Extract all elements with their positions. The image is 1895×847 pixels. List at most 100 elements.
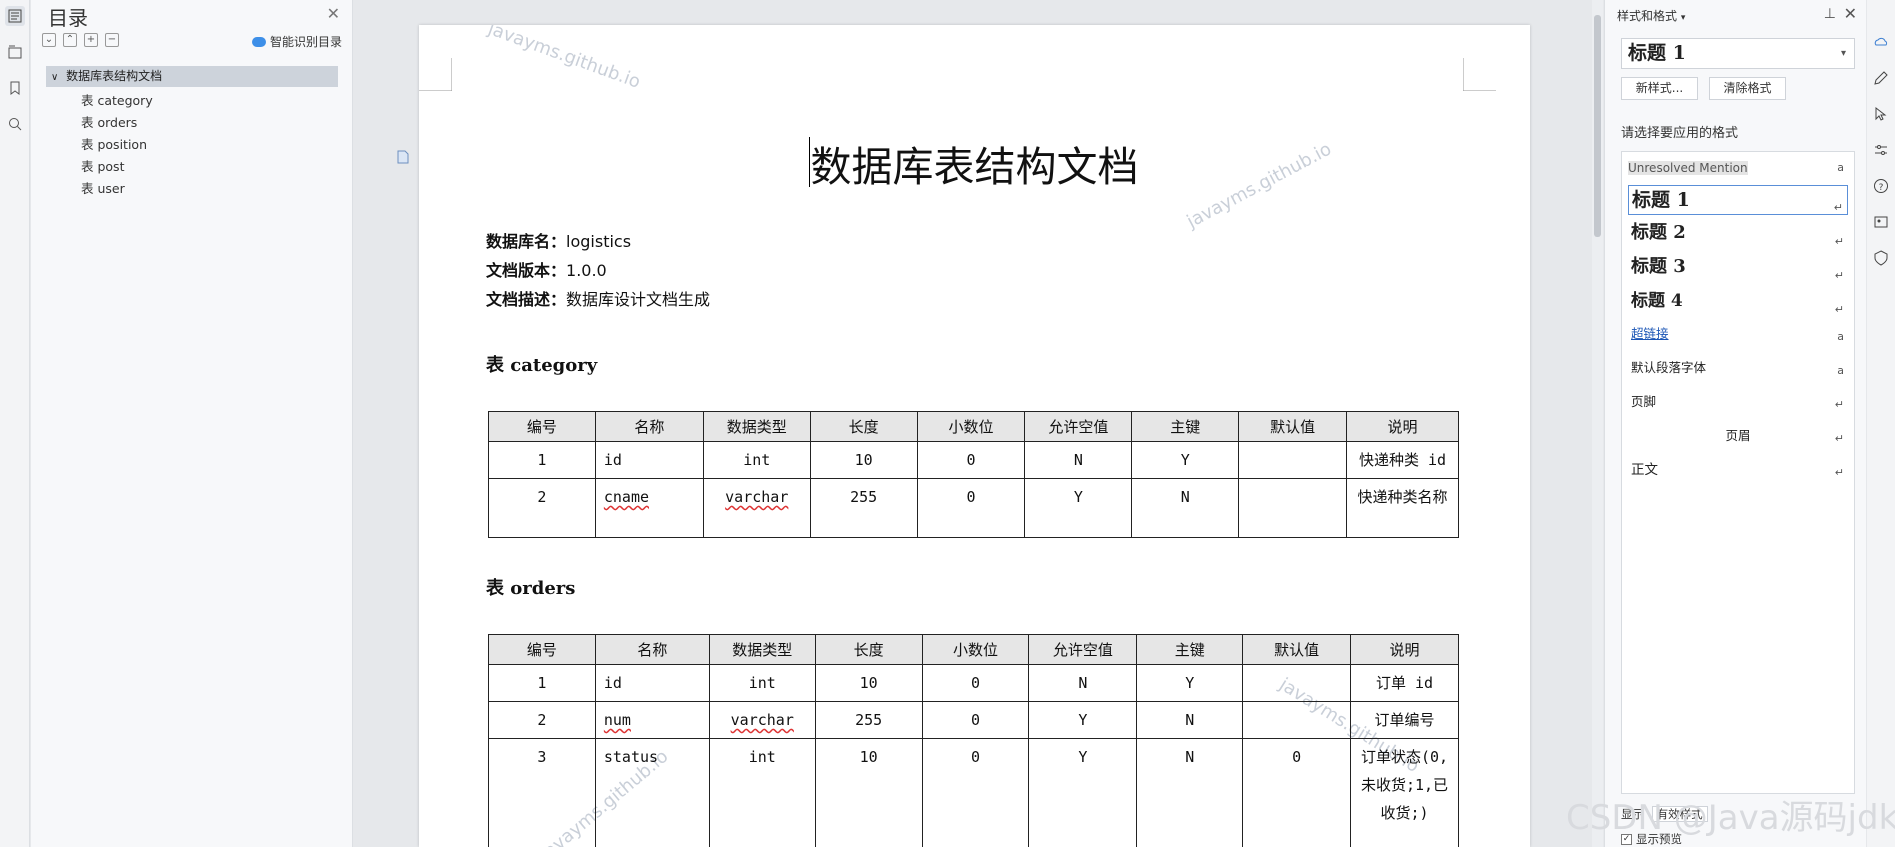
style-name: 标题 4 — [1631, 291, 1683, 311]
crop-mark — [1463, 58, 1496, 91]
column-header: 名称 — [594, 634, 710, 665]
cell: id — [594, 664, 710, 702]
chevron-down-icon: ▾ — [1840, 48, 1846, 59]
toc-item[interactable]: 表 user — [81, 178, 125, 197]
column-header: 长度 — [809, 411, 918, 442]
meta-db-name[interactable]: 数据库名：logistics — [486, 228, 631, 252]
cell: 255 — [814, 701, 923, 739]
navigation-icon[interactable] — [5, 42, 25, 62]
smart-toc-button[interactable]: 智能识别目录 — [251, 33, 342, 50]
toc-item[interactable]: 表 orders — [81, 112, 137, 131]
toc-icon[interactable] — [5, 6, 25, 26]
gallery-icon[interactable] — [1873, 214, 1889, 230]
cell: N — [1136, 701, 1244, 739]
expand-all-icon[interactable]: ⌄ — [42, 33, 56, 47]
style-item[interactable]: 标题 4 ↵ — [1628, 286, 1848, 316]
scrollbar-thumb[interactable] — [1594, 15, 1601, 237]
table-row: 1 id int 10 0 N Y 快递种类 id — [488, 441, 1459, 479]
meta-description[interactable]: 文档描述：数据库设计文档生成 — [486, 286, 710, 310]
remove-level-icon[interactable]: − — [105, 33, 119, 47]
meta-version[interactable]: 文档版本：1.0.0 — [486, 257, 607, 281]
cell: 255 — [809, 478, 918, 538]
help-icon[interactable]: ? — [1873, 178, 1889, 194]
cell: 0 — [921, 738, 1030, 847]
close-icon[interactable]: ✕ — [1844, 4, 1857, 23]
cursor-icon[interactable] — [1873, 106, 1889, 122]
bookmark-icon[interactable] — [5, 78, 25, 98]
style-name: 超链接 — [1631, 326, 1669, 341]
cloud-sync-icon[interactable] — [1873, 34, 1889, 50]
cell: 0 — [921, 701, 1030, 739]
cloud-icon — [251, 36, 266, 47]
toc-item[interactable]: 表 category — [81, 90, 153, 109]
toc-root-label: 数据库表结构文档 — [66, 69, 163, 83]
table-orders[interactable]: 编号 名称 数据类型 长度 小数位 允许空值 主键 默认值 说明 1 id in… — [488, 634, 1459, 847]
cell: num — [594, 701, 710, 739]
adjust-icon[interactable] — [1873, 142, 1889, 158]
style-panel-title[interactable]: 样式和格式 ▾ — [1617, 7, 1685, 24]
document-marker-icon[interactable] — [397, 150, 409, 164]
new-style-button[interactable]: 新样式... — [1621, 77, 1698, 100]
cell: Y — [1024, 478, 1133, 538]
cell: 0 — [916, 441, 1026, 479]
style-item[interactable]: 页眉 ↵ — [1628, 425, 1848, 447]
column-header: 长度 — [814, 634, 923, 665]
character-style-mark: a — [1837, 161, 1844, 174]
current-style-select[interactable]: 标题 1 ▾ — [1621, 38, 1855, 69]
cell: 1 — [488, 664, 596, 702]
style-item[interactable]: Unresolved Mention a — [1628, 158, 1848, 178]
style-item[interactable]: 标题 2 ↵ — [1628, 218, 1848, 248]
collapse-all-icon[interactable]: ⌃ — [63, 33, 77, 47]
toc-panel: 目录 ✕ ⌄ ⌃ + − 智能识别目录 ∨ 数据库表结构文档 表 categor… — [31, 0, 353, 847]
style-item[interactable]: 默认段落字体 a — [1628, 357, 1848, 379]
style-list[interactable]: Unresolved Mention a 标题 1 ↵ 标题 2 ↵ 标题 3 … — [1621, 151, 1855, 794]
column-header: 名称 — [594, 411, 704, 442]
toc-item[interactable]: 表 post — [81, 156, 124, 175]
search-icon[interactable] — [5, 114, 25, 134]
cell: cname — [594, 478, 704, 538]
cell: 订单状态(0,未收货;1,已收货;) — [1350, 738, 1459, 847]
cell: N — [1136, 738, 1244, 847]
column-header: 数据类型 — [702, 411, 811, 442]
style-item[interactable]: 页脚 ↵ — [1628, 391, 1848, 413]
column-header: 默认值 — [1242, 634, 1352, 665]
style-name: 标题 3 — [1631, 256, 1686, 277]
table-heading-orders[interactable]: 表 orders — [486, 574, 575, 600]
style-item[interactable]: 超链接 a — [1628, 323, 1848, 345]
cell: Y — [1028, 701, 1138, 739]
add-level-icon[interactable]: + — [84, 33, 98, 47]
table-heading-category[interactable]: 表 category — [486, 351, 597, 377]
document-title[interactable]: 数据库表结构文档 — [419, 133, 1530, 193]
cell: int — [702, 441, 811, 479]
cell: Y — [1028, 738, 1138, 847]
style-item[interactable]: 正文 ↵ — [1628, 459, 1848, 481]
cell: 1 — [488, 441, 596, 479]
column-header: 说明 — [1350, 634, 1459, 665]
paragraph-style-mark: ↵ — [1834, 432, 1844, 445]
cell-text: varchar — [725, 488, 789, 506]
table-category[interactable]: 编号 名称 数据类型 长度 小数位 允许空值 主键 默认值 说明 1 id in… — [488, 411, 1459, 538]
toc-item-root[interactable]: ∨ 数据库表结构文档 — [46, 66, 338, 87]
pen-icon[interactable] — [1873, 70, 1889, 86]
paragraph-style-mark: ↵ — [1834, 303, 1844, 316]
style-name: 标题 2 — [1631, 222, 1686, 243]
document-page[interactable]: javayms.github.io javayms.github.io java… — [419, 25, 1530, 847]
column-header: 主键 — [1136, 634, 1244, 665]
toc-item[interactable]: 表 position — [81, 134, 147, 153]
document-scrollbar[interactable] — [1592, 0, 1603, 847]
crop-mark — [419, 58, 452, 91]
style-panel-title-text: 样式和格式 — [1617, 9, 1678, 23]
close-icon[interactable]: ✕ — [327, 4, 340, 23]
style-item-selected[interactable]: 标题 1 ↵ — [1628, 185, 1848, 215]
style-name: 页脚 — [1631, 394, 1657, 409]
pin-icon[interactable]: ⊥ — [1824, 6, 1836, 22]
cell: status — [594, 738, 710, 847]
cell: 10 — [809, 441, 918, 479]
cell: 0 — [1242, 738, 1352, 847]
clear-format-button[interactable]: 清除格式 — [1709, 77, 1786, 100]
paragraph-style-mark: ↵ — [1834, 398, 1844, 411]
shield-icon[interactable] — [1873, 250, 1889, 266]
cell: 10 — [814, 664, 923, 702]
svg-text:?: ? — [1879, 183, 1884, 193]
style-item[interactable]: 标题 3 ↵ — [1628, 252, 1848, 282]
